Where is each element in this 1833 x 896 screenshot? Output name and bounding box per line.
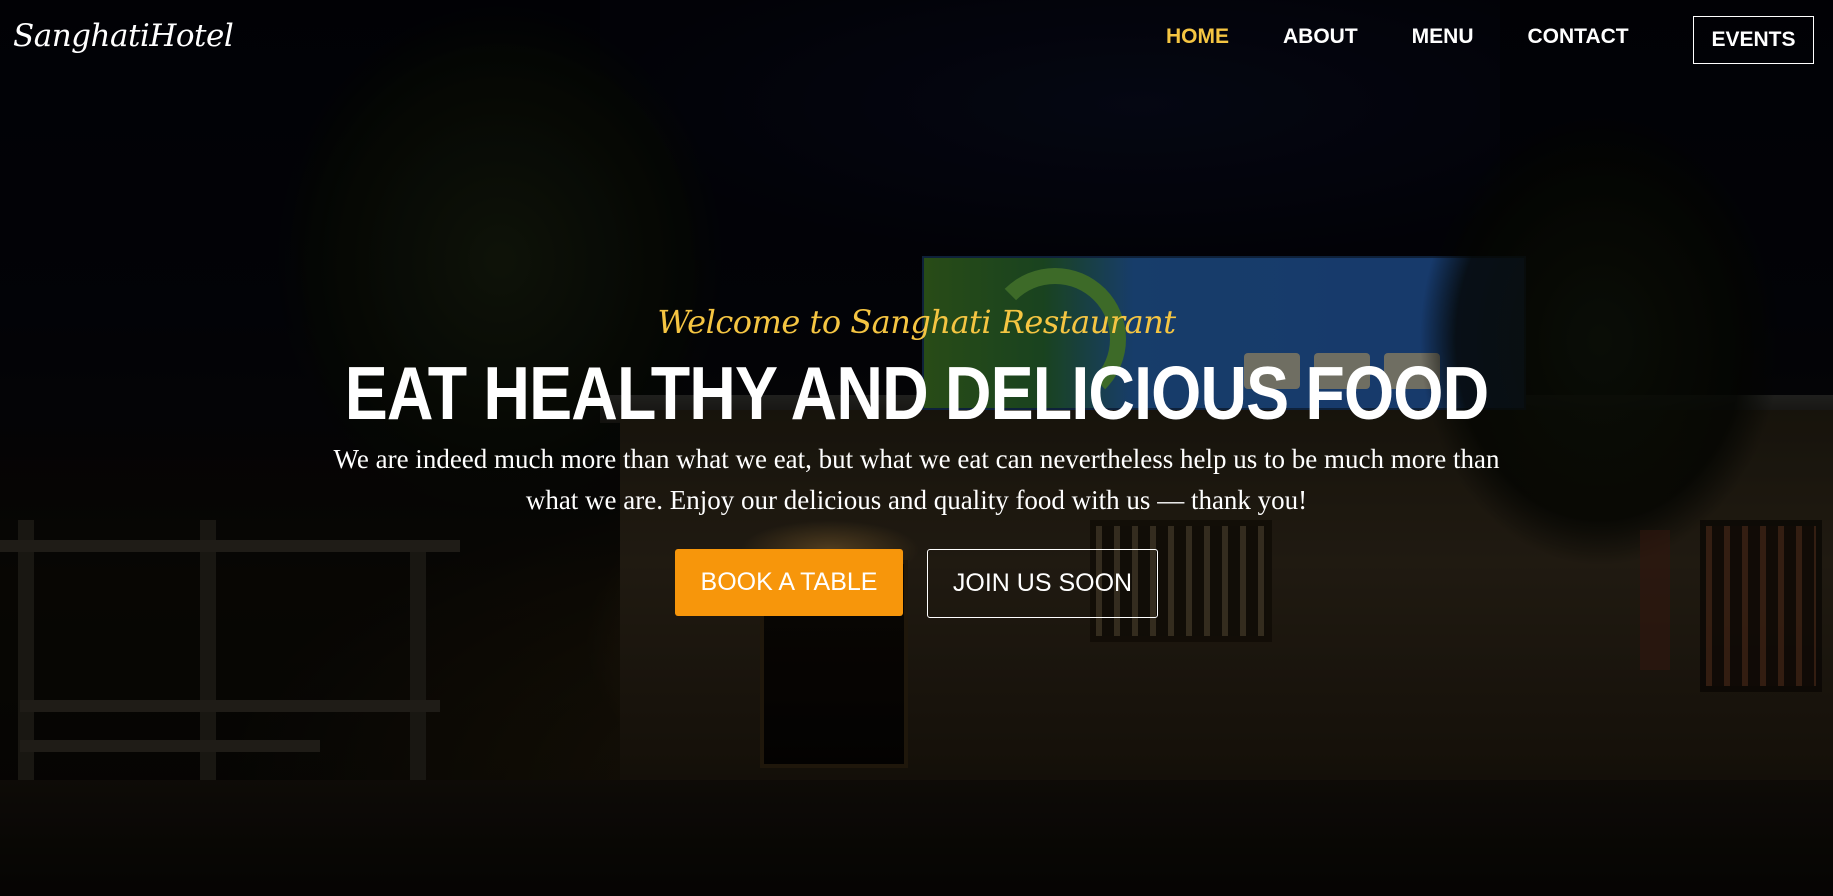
site-logo[interactable]: SanghatiHotel	[13, 18, 234, 54]
join-us-button[interactable]: JOIN US SOON	[927, 549, 1158, 618]
hero-cta-group: BOOK A TABLE JOIN US SOON	[0, 549, 1833, 618]
nav-home-link[interactable]: HOME	[1166, 25, 1229, 49]
nav-menu-link[interactable]: MENU	[1412, 25, 1474, 49]
site-header: SanghatiHotel HOME ABOUT MENU CONTACT EV…	[0, 0, 1833, 80]
hero-section: SanghatiHotel HOME ABOUT MENU CONTACT EV…	[0, 0, 1833, 896]
hero-description: We are indeed much more than what we eat…	[333, 444, 1500, 515]
hero-headline: EAT HEALTHY AND DELICIOUS FOOD	[344, 351, 1489, 435]
events-button[interactable]: EVENTS	[1693, 16, 1814, 64]
main-nav: HOME ABOUT MENU CONTACT	[1166, 25, 1683, 49]
hero-content: Welcome to Sanghati Restaurant EAT HEALT…	[0, 300, 1833, 618]
book-table-button[interactable]: BOOK A TABLE	[675, 549, 903, 616]
nav-contact-link[interactable]: CONTACT	[1528, 25, 1629, 49]
nav-about-link[interactable]: ABOUT	[1283, 25, 1358, 49]
welcome-tagline: Welcome to Sanghati Restaurant	[657, 303, 1176, 341]
